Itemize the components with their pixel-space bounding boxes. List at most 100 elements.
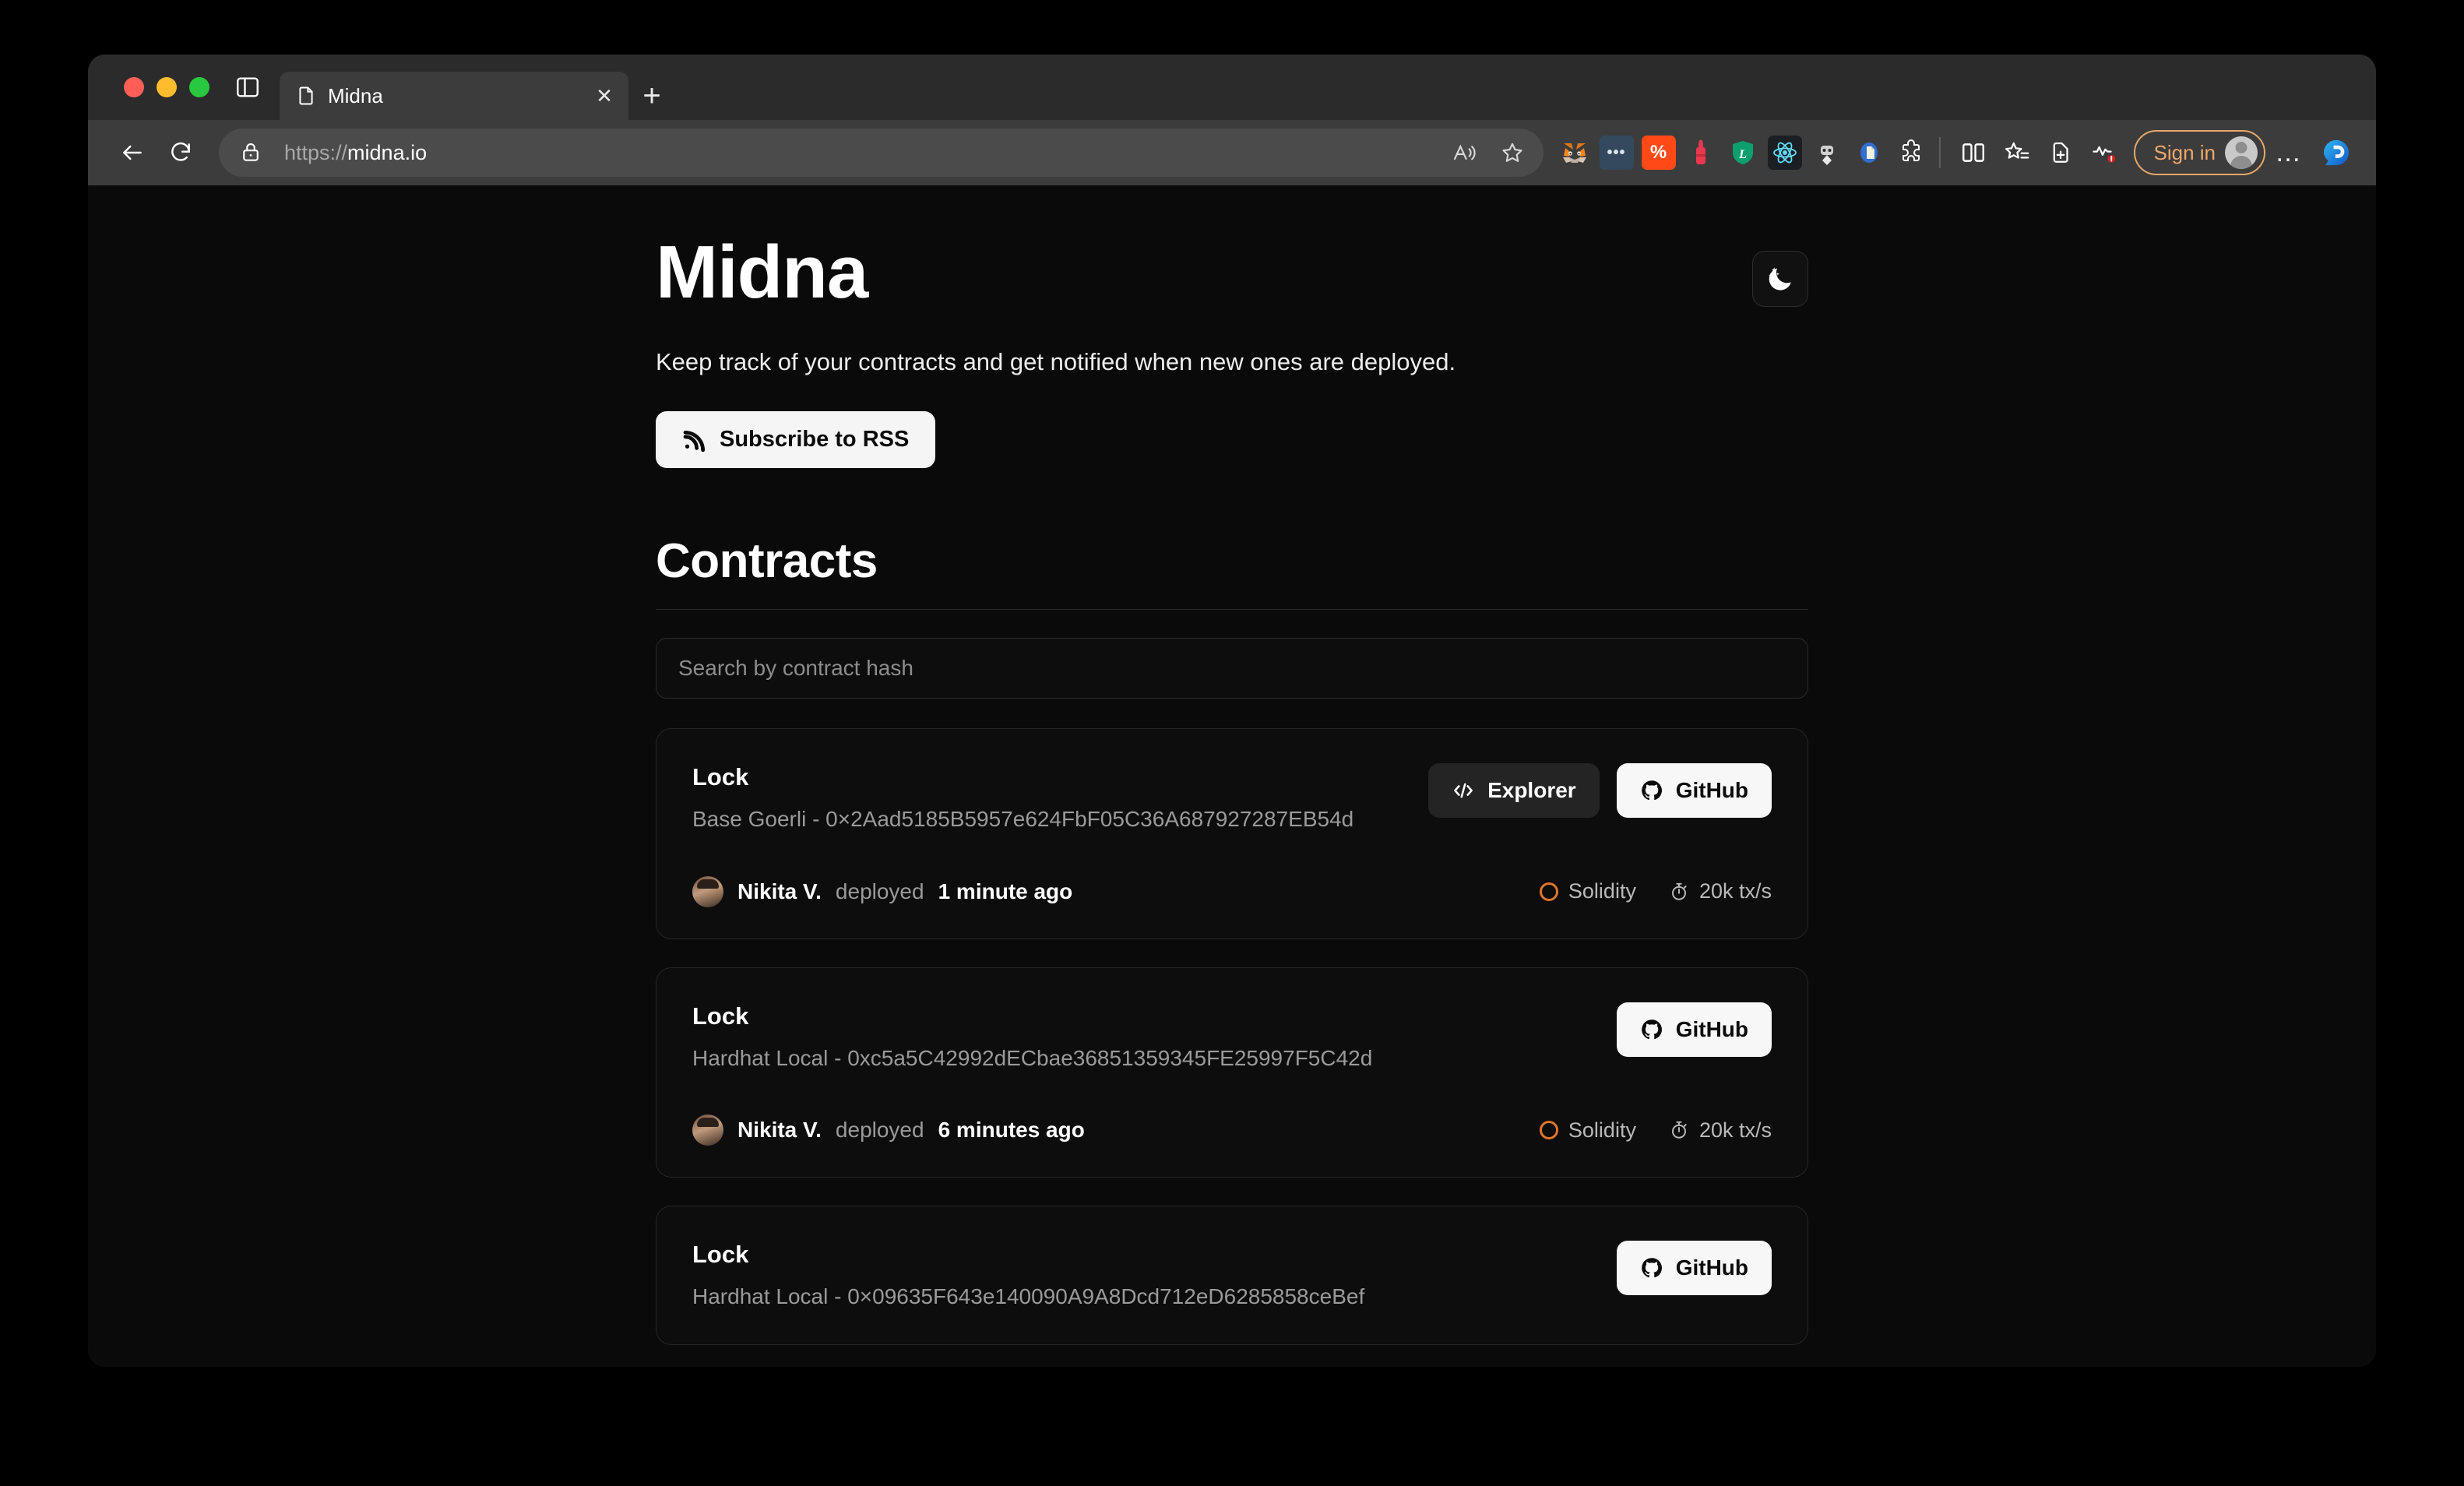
browser-tab[interactable]: Midna ✕ (280, 72, 628, 120)
sign-in-button[interactable]: Sign in (2133, 130, 2265, 175)
deployer-verb: deployed (835, 879, 924, 903)
deployer-name: Nikita V. (737, 1118, 822, 1143)
minimize-window-button[interactable] (157, 77, 177, 97)
midna-page: Midna Keep track of your contracts and g… (88, 185, 2376, 1367)
contract-card[interactable]: Lock Hardhat Local - 0xc5a5C42992dECbae3… (656, 967, 1808, 1178)
contract-actions: Explorer GitHub (1428, 763, 1772, 819)
bottle-extension-icon[interactable] (1684, 136, 1718, 170)
avatar (692, 875, 723, 907)
new-tab-button[interactable]: + (628, 72, 675, 120)
profile-avatar-icon[interactable] (2225, 136, 2258, 169)
browser-window: Midna ✕ + https://midna.io ••• % L Sign … (88, 55, 2376, 1367)
percent-extension-icon[interactable]: % (1641, 136, 1676, 170)
page-title: Midna (656, 231, 868, 314)
document-extension-icon[interactable] (1852, 136, 1886, 170)
theme-toggle-button[interactable] (1752, 251, 1808, 307)
throughput-label: 20k tx/s (1698, 1118, 1772, 1142)
section-divider (656, 609, 1808, 611)
deployer-info: Nikita V. deployed 1 minute ago (692, 875, 1073, 907)
browser-essentials-icon[interactable] (2082, 131, 2126, 174)
github-button[interactable]: GitHub (1616, 763, 1772, 819)
robot-extension-icon[interactable] (1810, 136, 1844, 170)
deployer-verb: deployed (835, 1118, 924, 1143)
react-devtools-extension-icon[interactable] (1767, 136, 1802, 170)
stopwatch-icon (1671, 1122, 1687, 1139)
contract-address: Hardhat Local - 0×09635F643e140090A9A8Dc… (692, 1284, 1365, 1309)
add-collection-icon[interactable] (2039, 131, 2082, 174)
contract-card[interactable]: Lock Hardhat Local - 0×09635F643e140090A… (656, 1206, 1808, 1345)
maximize-window-button[interactable] (189, 77, 209, 97)
close-window-button[interactable] (124, 77, 144, 97)
deployer-name: Nikita V. (737, 879, 822, 903)
hero-row: Midna (656, 231, 1808, 314)
shield-extension-icon[interactable]: L (1726, 136, 1760, 170)
rss-icon (683, 430, 705, 452)
favorites-list-icon[interactable] (1995, 131, 2039, 174)
address-bar[interactable]: https://midna.io (219, 129, 1544, 177)
search-input[interactable] (656, 638, 1808, 699)
contract-card[interactable]: Lock Base Goerli - 0×2Aad5185B5957e624Fb… (656, 728, 1808, 939)
subscribe-rss-label: Subscribe to RSS (720, 427, 910, 452)
tab-list-icon[interactable] (220, 55, 275, 120)
contract-name: Lock (692, 763, 749, 791)
github-button[interactable]: GitHub (1616, 1002, 1772, 1057)
url-host: midna.io (347, 140, 428, 164)
contract-card-top: Lock Hardhat Local - 0×09635F643e140090A… (692, 1241, 1772, 1313)
window-traffic-lights (110, 55, 220, 120)
sign-in-label: Sign in (2153, 140, 2216, 164)
tab-title: Midna (328, 83, 383, 107)
puzzle-extension-icon[interactable] (1894, 136, 1928, 170)
github-button-label: GitHub (1675, 1255, 1748, 1280)
read-aloud-icon[interactable] (1442, 131, 1486, 174)
deployed-time: 6 minutes ago (938, 1118, 1085, 1143)
page-container: Midna Keep track of your contracts and g… (656, 231, 1808, 1345)
subscribe-rss-button[interactable]: Subscribe to RSS (656, 411, 936, 469)
language-label: Solidity (1568, 1118, 1636, 1142)
metamask-extension-icon[interactable] (1558, 136, 1592, 170)
address-bar-actions (1442, 131, 1534, 174)
section-title: Contracts (656, 534, 878, 589)
close-icon[interactable]: ✕ (591, 83, 618, 109)
back-arrow-icon[interactable] (108, 129, 157, 177)
split-screen-icon[interactable] (1952, 131, 1995, 174)
document-icon (295, 85, 317, 107)
contract-name: Lock (692, 1002, 749, 1030)
github-icon (1641, 1019, 1662, 1039)
solidity-ring-icon (1539, 882, 1558, 901)
contract-address: Hardhat Local - 0xc5a5C42992dECbae368513… (692, 1045, 1373, 1070)
contract-meta: Solidity 20k tx/s (1539, 879, 1772, 903)
deployed-time: 1 minute ago (938, 879, 1073, 903)
copilot-icon[interactable] (2315, 132, 2357, 174)
contract-card-top: Lock Hardhat Local - 0xc5a5C42992dECbae3… (692, 1002, 1772, 1075)
extensions-tray: ••• % L (1544, 136, 1928, 170)
contract-card-top: Lock Base Goerli - 0×2Aad5185B5957e624Fb… (692, 763, 1772, 836)
settings-and-more-button[interactable]: … (2265, 138, 2312, 168)
moon-stars-icon (1769, 267, 1791, 291)
contract-name: Lock (692, 1241, 749, 1269)
svg-text:L: L (1738, 148, 1747, 161)
code-brackets-icon (1454, 783, 1473, 798)
contract-actions: GitHub (1616, 1002, 1772, 1057)
github-button-label: GitHub (1675, 778, 1748, 803)
url-text[interactable]: https://midna.io (284, 141, 1442, 165)
contract-address: Base Goerli - 0×2Aad5185B5957e624FbF05C3… (692, 807, 1354, 832)
page-viewport: Midna Keep track of your contracts and g… (88, 185, 2376, 1367)
contract-card-bottom: Nikita V. deployed 1 minute ago Solidity (692, 875, 1772, 907)
avatar (692, 1114, 723, 1146)
tab-strip: Midna ✕ + (88, 55, 2376, 120)
toolbar-divider (1938, 137, 1941, 168)
github-button-label: GitHub (1675, 1016, 1748, 1041)
reload-icon[interactable] (157, 129, 205, 177)
stopwatch-icon (1671, 882, 1687, 900)
language-badge: Solidity (1539, 1118, 1636, 1143)
contract-card-bottom: Nikita V. deployed 6 minutes ago Solidit… (692, 1114, 1772, 1146)
github-button[interactable]: GitHub (1616, 1241, 1772, 1296)
language-label: Solidity (1568, 879, 1636, 903)
contract-info: Lock Hardhat Local - 0×09635F643e140090A… (692, 1241, 1364, 1313)
deployer-info: Nikita V. deployed 6 minutes ago (692, 1114, 1085, 1146)
dots-extension-icon[interactable]: ••• (1599, 136, 1634, 170)
explorer-button[interactable]: Explorer (1428, 763, 1600, 819)
throughput-badge: 20k tx/s (1669, 1118, 1772, 1143)
search-wrapper (656, 638, 1808, 699)
star-outline-icon[interactable] (1491, 131, 1534, 174)
